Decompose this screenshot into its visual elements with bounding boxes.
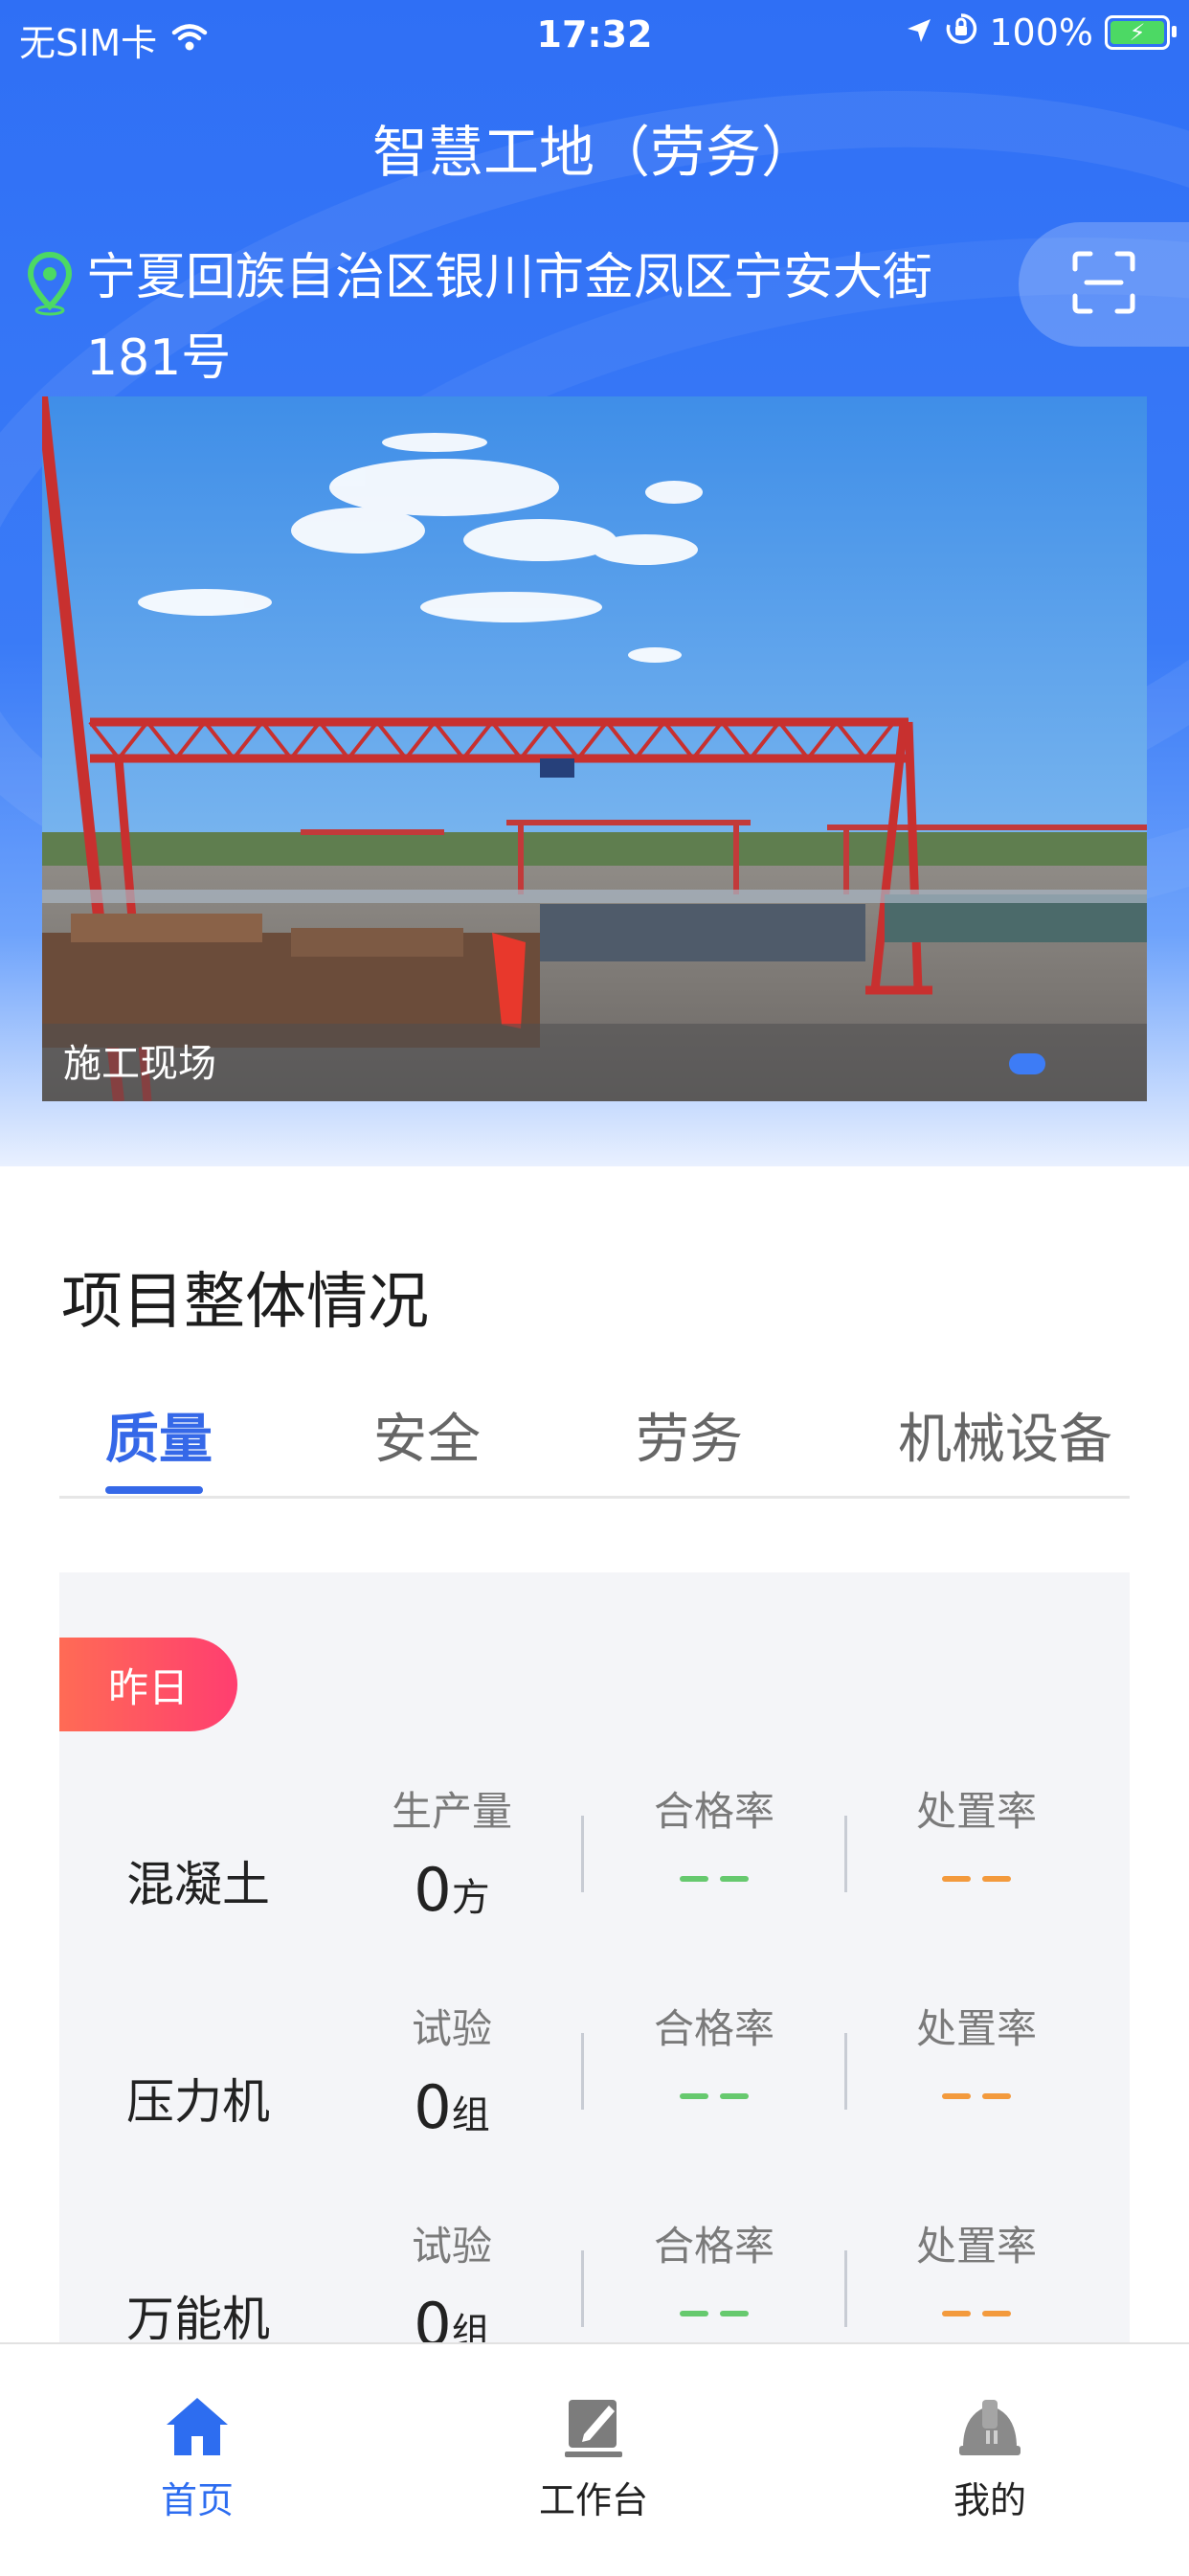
metric-label: 试验 [411, 2005, 492, 2052]
overview-section: 项目整体情况 质量 安全 劳务 机械设备 昨日 混凝土 生产量 0方 合格率 处… [0, 1166, 1189, 2360]
construction-site-image [42, 396, 1147, 1101]
site-photo-banner[interactable]: 施工现场 [42, 396, 1147, 1101]
metric-label: 生产量 [391, 1788, 512, 1835]
header-area: 无SIM卡 17:32 100% ⚡ 智慧工地（劳务） 宁夏回族自治区银川市金凤… [0, 0, 1189, 1168]
battery-percent: 100% [989, 11, 1093, 54]
tabbar-workbench-label: 工作台 [538, 2479, 648, 2521]
stat-row-press: 压力机 试验 0组 合格率 处置率 [59, 1997, 1130, 2179]
tabbar-home[interactable]: 首页 [101, 2392, 293, 2523]
handle-rate-empty [871, 2311, 1082, 2316]
category-tabs: 质量 安全 劳务 机械设备 [59, 1396, 1130, 1499]
tabbar-workbench[interactable]: 工作台 [498, 2392, 689, 2523]
pass-rate-label: 合格率 [653, 1788, 774, 1835]
scan-icon [1069, 248, 1138, 321]
map-pin-icon [27, 251, 73, 320]
handle-rate-empty [871, 2093, 1082, 2099]
banner-caption: 施工现场 [63, 1042, 216, 1086]
pass-rate-label: 合格率 [653, 2005, 774, 2052]
row-name: 万能机 [126, 2292, 270, 2347]
metric-label: 试验 [411, 2223, 492, 2270]
tabbar-profile[interactable]: 我的 [894, 2392, 1086, 2523]
section-title: 项目整体情况 [61, 1267, 429, 1338]
stat-row-concrete: 混凝土 生产量 0方 合格率 处置率 [59, 1779, 1130, 1961]
pass-rate-label: 合格率 [653, 2223, 774, 2270]
stats-panel: 昨日 混凝土 生产量 0方 合格率 处置率 压力机 试验 0组 合格率 处置率 … [59, 1572, 1130, 2360]
pass-rate-empty [609, 2311, 819, 2316]
battery-icon: ⚡ [1105, 15, 1177, 50]
pass-rate-empty [609, 2093, 819, 2099]
bottom-tab-bar: 首页 工作台 我的 [0, 2342, 1189, 2576]
page-title: 智慧工地（劳务） [371, 120, 817, 185]
carousel-indicator[interactable] [1009, 1053, 1045, 1074]
metric-unit: 组 [451, 2093, 490, 2137]
rotation-lock-icon [945, 11, 977, 54]
handle-rate-label: 处置率 [915, 2223, 1037, 2270]
tabbar-profile-label: 我的 [953, 2479, 1026, 2521]
location-arrow-icon [905, 11, 933, 54]
tab-labor[interactable]: 劳务 [636, 1396, 743, 1474]
row-name: 混凝土 [126, 1857, 270, 1912]
tab-machinery[interactable]: 机械设备 [898, 1396, 1112, 1474]
helmet-icon [955, 2400, 1024, 2465]
metric-value: 0 [414, 2072, 452, 2142]
tab-quality[interactable]: 质量 [105, 1396, 213, 1474]
handle-rate-label: 处置率 [915, 1788, 1037, 1835]
scan-button[interactable] [1019, 222, 1189, 347]
location-row[interactable]: 宁夏回族自治区银川市金凤区宁安大街181号 [27, 237, 994, 398]
location-address: 宁夏回族自治区银川市金凤区宁安大街181号 [86, 249, 933, 387]
status-bar: 无SIM卡 17:32 100% ⚡ [0, 0, 1189, 73]
metric-unit: 方 [451, 1876, 490, 1920]
row-name: 压力机 [126, 2074, 270, 2130]
period-badge: 昨日 [59, 1638, 237, 1731]
metric-value: 0 [414, 1855, 452, 1925]
handle-rate-empty [871, 1876, 1082, 1882]
tabbar-home-label: 首页 [160, 2479, 234, 2521]
home-icon [163, 2398, 232, 2465]
tab-safety[interactable]: 安全 [373, 1396, 481, 1474]
pass-rate-empty [609, 1876, 819, 1882]
handle-rate-label: 处置率 [915, 2005, 1037, 2052]
workbench-icon [559, 2400, 628, 2465]
active-tab-indicator [105, 1486, 203, 1494]
